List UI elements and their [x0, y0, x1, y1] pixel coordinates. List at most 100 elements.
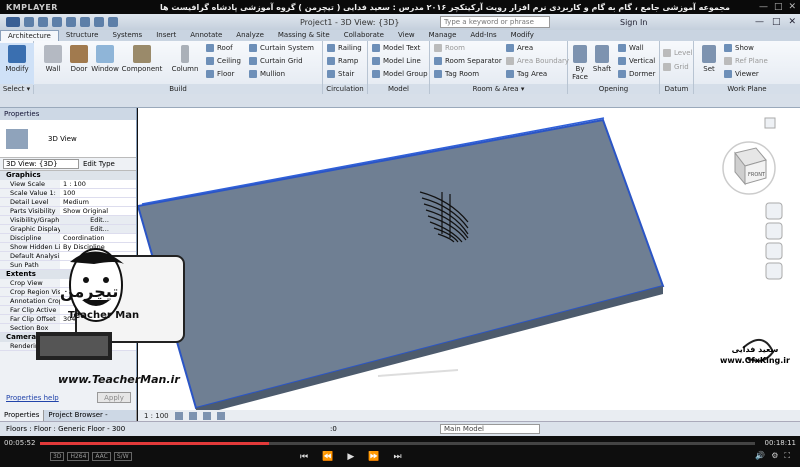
- view-cube[interactable]: FRONT: [722, 141, 776, 195]
- curtain-grid-button[interactable]: Curtain Grid: [249, 57, 303, 65]
- property-value[interactable]: Show Original: [60, 207, 136, 215]
- print-icon[interactable]: [80, 17, 90, 27]
- component-button[interactable]: Component: [120, 43, 164, 73]
- level-button[interactable]: Level: [663, 49, 692, 57]
- search-input[interactable]: Type a keyword or phrase: [440, 16, 550, 28]
- curtain-system-button[interactable]: Curtain System: [249, 44, 314, 52]
- tab-modify[interactable]: Modify: [504, 30, 541, 41]
- vertical-button[interactable]: Vertical: [618, 57, 655, 65]
- room-button[interactable]: Room: [434, 44, 465, 52]
- set-button[interactable]: Set: [696, 43, 722, 73]
- sign-in-link[interactable]: Sign In: [620, 18, 647, 27]
- tab-annotate[interactable]: Annotate: [183, 30, 229, 41]
- view-selector-dropdown[interactable]: 3D View: {3D}: [3, 159, 79, 169]
- viewer-button[interactable]: Viewer: [724, 70, 759, 78]
- revit-close-button[interactable]: ✕: [788, 17, 796, 27]
- railing-button[interactable]: Railing: [327, 44, 362, 52]
- next-button[interactable]: ⏭: [393, 452, 401, 462]
- area-button[interactable]: Area: [506, 44, 533, 52]
- play-button[interactable]: ▶: [347, 452, 354, 462]
- tab-analyze[interactable]: Analyze: [229, 30, 271, 41]
- room-separator-button[interactable]: Room Separator: [434, 57, 502, 65]
- column-button[interactable]: Column: [168, 43, 202, 73]
- modify-button[interactable]: Modify: [0, 43, 34, 85]
- revit-app-icon[interactable]: [6, 17, 20, 27]
- tab-manage[interactable]: Manage: [422, 30, 464, 41]
- tag-room-button[interactable]: Tag Room: [434, 70, 479, 78]
- view-scale[interactable]: 1 : 100: [144, 412, 169, 420]
- model-group-button[interactable]: Model Group: [372, 70, 428, 78]
- tab-add-ins[interactable]: Add-Ins: [463, 30, 503, 41]
- tab-structure[interactable]: Structure: [59, 30, 106, 41]
- save-icon[interactable]: [38, 17, 48, 27]
- zoom-icon[interactable]: [765, 242, 783, 260]
- floor-button[interactable]: Floor: [206, 70, 234, 78]
- detail-level-icon[interactable]: [174, 411, 183, 420]
- room-area-group-label[interactable]: Room & Area ▾: [430, 84, 567, 94]
- open-icon[interactable]: [24, 17, 34, 27]
- revit-maximize-button[interactable]: □: [772, 17, 781, 27]
- tab-architecture[interactable]: Architecture: [0, 30, 59, 41]
- shadows-icon[interactable]: [216, 411, 225, 420]
- select-group-label[interactable]: Select ▾: [0, 84, 33, 94]
- by-face-button[interactable]: By Face: [568, 43, 592, 81]
- visual-style-icon[interactable]: [188, 411, 197, 420]
- model-line-button[interactable]: Model Line: [372, 57, 421, 65]
- rewind-button[interactable]: ⏪: [322, 452, 333, 462]
- steering-wheel-icon[interactable]: [765, 202, 783, 220]
- tab-massing-site[interactable]: Massing & Site: [271, 30, 337, 41]
- type-selector[interactable]: 3D View: [0, 120, 136, 158]
- area-boundary-button[interactable]: Area Boundary: [506, 57, 569, 65]
- grid-button[interactable]: Grid: [663, 63, 689, 71]
- window-button[interactable]: Window: [88, 43, 122, 73]
- seek-bar[interactable]: [40, 442, 755, 445]
- tab-properties[interactable]: Properties: [0, 410, 45, 421]
- settings-icon[interactable]: ⚙: [771, 451, 778, 461]
- model-text-button[interactable]: Model Text: [372, 44, 420, 52]
- player-minimize-button[interactable]: —: [759, 2, 768, 12]
- revit-minimize-button[interactable]: —: [755, 17, 764, 27]
- tab-insert[interactable]: Insert: [149, 30, 183, 41]
- 3d-view-icon[interactable]: [108, 17, 118, 27]
- ramp-button[interactable]: Ramp: [327, 57, 358, 65]
- badge-3d[interactable]: 3D: [50, 452, 65, 461]
- property-value[interactable]: 100: [60, 189, 136, 197]
- show-button[interactable]: Show: [724, 44, 754, 52]
- property-value[interactable]: Edit...: [60, 216, 136, 224]
- main-model-dropdown[interactable]: Main Model: [440, 424, 540, 434]
- fullscreen-icon[interactable]: ⛶: [784, 451, 790, 461]
- measure-icon[interactable]: [94, 17, 104, 27]
- undo-icon[interactable]: [52, 17, 62, 27]
- properties-section-header[interactable]: Graphics: [0, 171, 136, 180]
- tab-collaborate[interactable]: Collaborate: [337, 30, 391, 41]
- wall-opening-button[interactable]: Wall: [618, 44, 644, 52]
- dormer-button[interactable]: Dormer: [618, 70, 655, 78]
- pan-icon[interactable]: [765, 222, 783, 240]
- ceiling-button[interactable]: Ceiling: [206, 57, 241, 65]
- tag-area-button[interactable]: Tag Area: [506, 70, 547, 78]
- property-value[interactable]: Medium: [60, 198, 136, 206]
- tab-project-browser[interactable]: Project Browser - Project1: [44, 410, 137, 430]
- volume-icon[interactable]: 🔊: [755, 451, 765, 461]
- sun-path-icon[interactable]: [202, 411, 211, 420]
- mullion-button[interactable]: Mullion: [249, 70, 285, 78]
- edit-type-button[interactable]: Edit Type: [83, 160, 115, 168]
- shaft-button[interactable]: Shaft: [590, 43, 614, 73]
- stair-button[interactable]: Stair: [327, 70, 354, 78]
- home-icon[interactable]: [764, 117, 776, 129]
- player-close-button[interactable]: ✕: [788, 2, 796, 12]
- ref-plane-button[interactable]: Ref Plane: [724, 57, 768, 65]
- player-maximize-button[interactable]: □: [774, 2, 783, 12]
- 3d-viewport[interactable]: FRONT: [138, 108, 800, 412]
- tab-systems[interactable]: Systems: [105, 30, 149, 41]
- orbit-icon[interactable]: [765, 262, 783, 280]
- previous-button[interactable]: ⏮: [300, 452, 308, 462]
- apply-button[interactable]: Apply: [97, 392, 131, 403]
- redo-icon[interactable]: [66, 17, 76, 27]
- property-value[interactable]: 1 : 100: [60, 180, 136, 188]
- properties-help-link[interactable]: Properties help: [6, 394, 59, 402]
- roof-button[interactable]: Roof: [206, 44, 233, 52]
- property-value[interactable]: Edit...: [60, 225, 136, 233]
- tab-view[interactable]: View: [391, 30, 422, 41]
- forward-button[interactable]: ⏩: [368, 452, 379, 462]
